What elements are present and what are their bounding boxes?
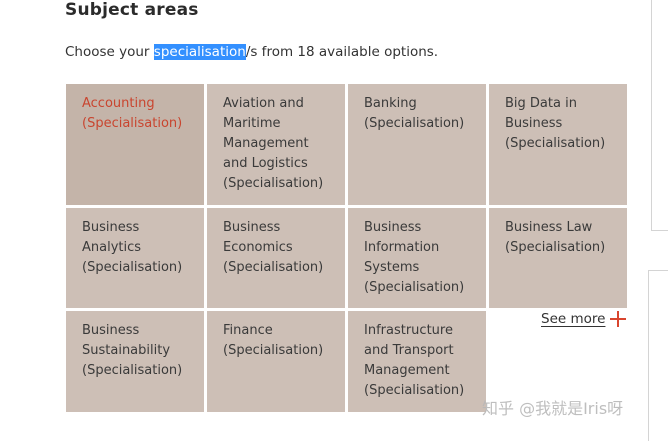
plus-icon (610, 311, 627, 327)
see-more-label: See more (541, 311, 606, 327)
tile-business-information-systems[interactable]: Business Information Systems (Specialisa… (348, 208, 486, 308)
tile-title: Big Data in Business (505, 96, 577, 131)
tile-finance[interactable]: Finance (Specialisation) (207, 311, 345, 412)
tile-title: Business Law (505, 220, 593, 235)
tile-title: Infrastructure and Transport Management (364, 323, 454, 378)
intro-text-before: Choose your (65, 44, 154, 60)
tile-suffix: (Specialisation) (223, 343, 324, 358)
section-title: Subject areas (65, 0, 199, 20)
right-side-panel-lower (648, 270, 668, 441)
see-more-link[interactable]: See more (541, 311, 627, 327)
tile-title: Business Sustainability (82, 323, 171, 358)
tile-title: Banking (364, 96, 417, 111)
tile-title: Aviation and Maritime Management and Log… (223, 96, 309, 171)
tile-suffix: (Specialisation) (364, 383, 465, 398)
tile-suffix: (Specialisation) (223, 176, 324, 191)
tile-suffix: (Specialisation) (364, 280, 465, 295)
tile-title: Business Economics (223, 220, 293, 255)
tile-suffix: (Specialisation) (505, 136, 606, 151)
intro-selected-text: specialisation (153, 44, 246, 60)
tile-banking[interactable]: Banking (Specialisation) (348, 84, 486, 205)
tile-suffix: (Specialisation) (364, 116, 465, 131)
tile-title: Accounting (82, 96, 155, 111)
tile-big-data[interactable]: Big Data in Business (Specialisation) (489, 84, 627, 205)
right-side-panel (651, 0, 668, 231)
tile-accounting[interactable]: Accounting (Specialisation) (66, 84, 204, 205)
tile-business-analytics[interactable]: Business Analytics (Specialisation) (66, 208, 204, 308)
specialisation-grid: Accounting (Specialisation) Aviation and… (66, 84, 627, 412)
tile-suffix: (Specialisation) (505, 240, 606, 255)
tile-infrastructure-transport[interactable]: Infrastructure and Transport Management … (348, 311, 486, 412)
intro-text-after: /s from 18 available options. (245, 44, 439, 60)
tile-suffix: (Specialisation) (223, 260, 324, 275)
intro-text: Choose your specialisation/s from 18 ava… (65, 44, 438, 60)
tile-business-sustainability[interactable]: Business Sustainability (Specialisation) (66, 311, 204, 412)
tile-suffix: (Specialisation) (82, 116, 183, 131)
tile-title: Business Information Systems (364, 220, 440, 275)
tile-title: Finance (223, 323, 273, 338)
tile-business-economics[interactable]: Business Economics (Specialisation) (207, 208, 345, 308)
tile-title: Business Analytics (82, 220, 142, 255)
tile-suffix: (Specialisation) (82, 363, 183, 378)
tile-suffix: (Specialisation) (82, 260, 183, 275)
tile-aviation-maritime[interactable]: Aviation and Maritime Management and Log… (207, 84, 345, 205)
tile-business-law[interactable]: Business Law (Specialisation) (489, 208, 627, 308)
watermark-text: 知乎 @我就是Iris呀 (482, 399, 624, 418)
